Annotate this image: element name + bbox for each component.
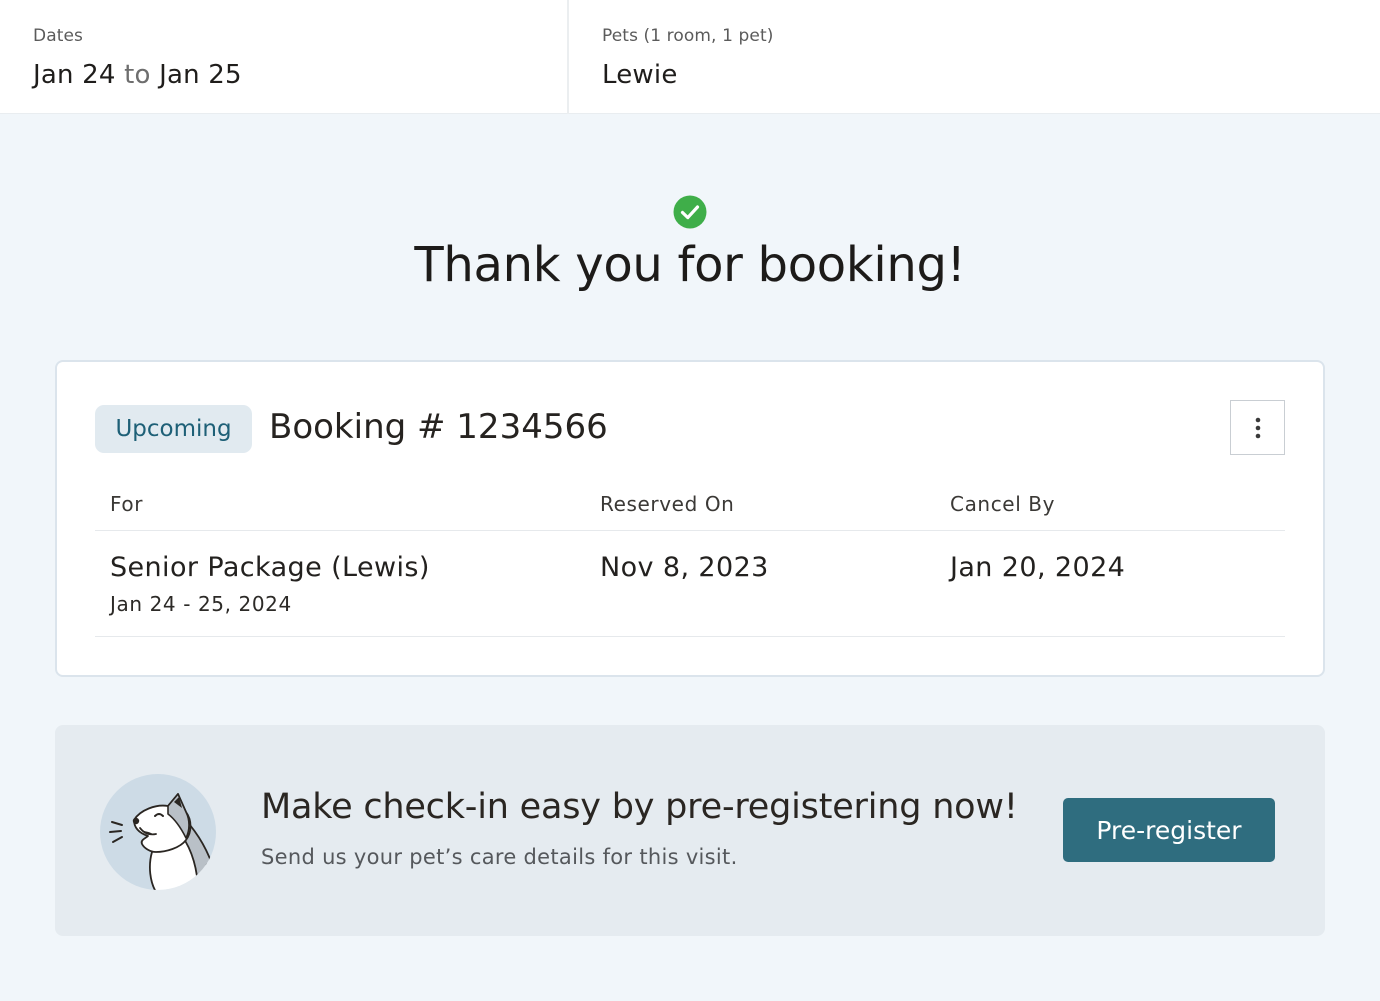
booking-number-title: Booking # 1234566 xyxy=(269,407,608,447)
preregister-title: Make check-in easy by pre-registering no… xyxy=(261,787,1018,827)
pets-value[interactable]: Lewie xyxy=(602,60,678,90)
dates-to-word: to xyxy=(124,60,151,90)
confirmation-heading: Thank you for booking! xyxy=(414,237,966,293)
pets-label: Pets (1 room, 1 pet) xyxy=(602,26,774,46)
cancel-by-value: Jan 20, 2024 xyxy=(950,552,1126,583)
column-header-cancel-by: Cancel By xyxy=(950,492,1056,516)
check-circle-icon xyxy=(673,195,707,229)
summary-divider xyxy=(567,0,569,114)
booking-card: Upcoming Booking # 1234566 For Reserved … xyxy=(55,360,1325,677)
booking-summary-bar: Dates Jan 24 to Jan 25 Pets (1 room, 1 p… xyxy=(0,0,1380,114)
service-dates: Jan 24 - 25, 2024 xyxy=(110,592,292,616)
status-badge: Upcoming xyxy=(95,405,252,453)
dates-label: Dates xyxy=(33,26,83,46)
more-options-button[interactable] xyxy=(1230,400,1285,455)
dates-to: Jan 25 xyxy=(159,60,242,90)
service-name: Senior Package (Lewis) xyxy=(110,552,430,583)
column-header-reserved-on: Reserved On xyxy=(600,492,735,516)
dog-illustration xyxy=(100,774,216,890)
pre-register-button[interactable]: Pre-register xyxy=(1063,798,1275,862)
column-header-for: For xyxy=(110,492,144,516)
dates-from: Jan 24 xyxy=(33,60,116,90)
preregister-banner: Make check-in easy by pre-registering no… xyxy=(55,725,1325,936)
dates-value[interactable]: Jan 24 to Jan 25 xyxy=(33,60,242,90)
more-vertical-icon xyxy=(1255,417,1261,439)
reserved-on-value: Nov 8, 2023 xyxy=(600,552,769,583)
preregister-subtitle: Send us your pet’s care details for this… xyxy=(261,845,738,869)
table-row-divider xyxy=(95,636,1285,637)
table-header-divider xyxy=(95,530,1285,531)
